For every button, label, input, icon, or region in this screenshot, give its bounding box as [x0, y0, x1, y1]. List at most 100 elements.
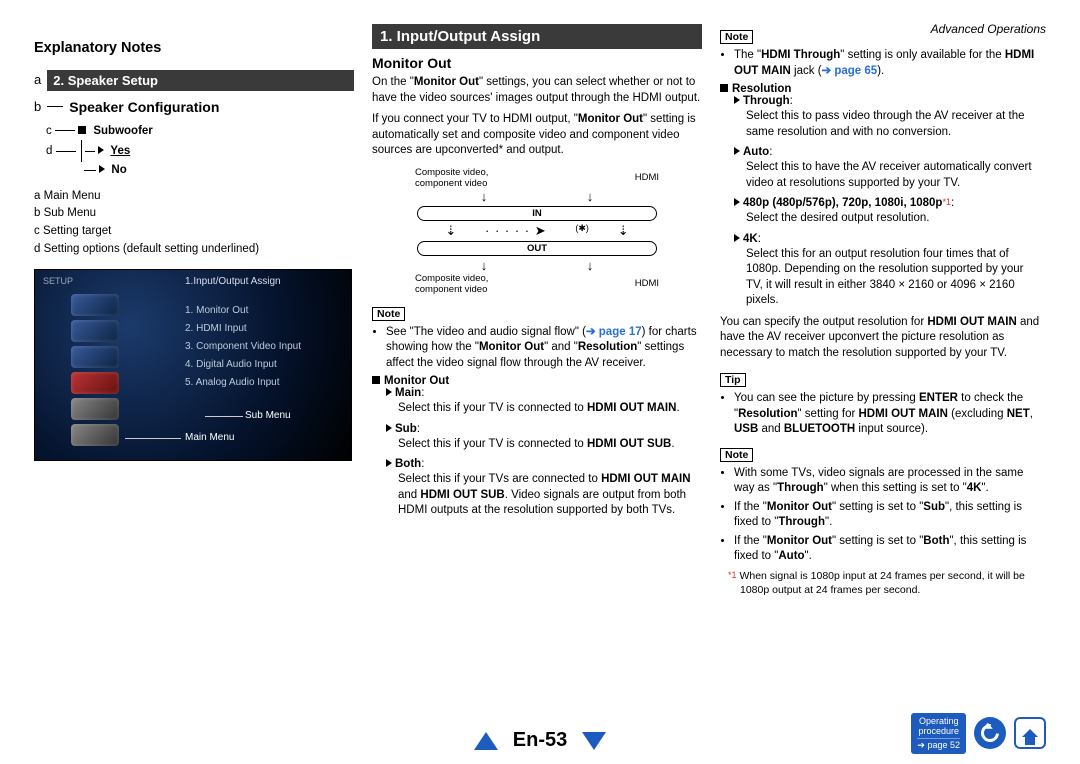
note-label: Note: [720, 448, 753, 462]
sig-bot-left: Composite video, component video: [415, 273, 488, 295]
triangle-bullet-icon: [734, 198, 740, 206]
shot-menu-item: 2. HDMI Input: [185, 320, 301, 338]
shot-icon: [71, 320, 119, 342]
marker-2: b: [34, 99, 41, 114]
legend-3: Setting target: [43, 225, 111, 237]
triangle-bullet-icon: [99, 165, 105, 173]
shot-pointer-sub: Sub Menu: [245, 410, 291, 421]
sig-out-box: OUT: [417, 241, 657, 256]
setup-screenshot: SETUP 1.Input/Output Assign 1. Monitor O…: [34, 269, 352, 461]
legend-4: Setting options (default setting underli…: [44, 243, 259, 255]
shot-menu-item: 4. Digital Audio Input: [185, 356, 301, 374]
tip-list: You can see the picture by pressing ENTE…: [720, 391, 1040, 438]
option-yes: Yes: [110, 145, 130, 157]
paragraph: On the "Monitor Out" settings, you can s…: [372, 75, 702, 106]
shot-icon: [71, 294, 119, 316]
option-auto: Auto:: [720, 146, 1040, 158]
page-link[interactable]: ➔ page 17: [586, 326, 642, 338]
triangle-bullet-icon: [386, 424, 392, 432]
back-arrow-icon: [977, 721, 1002, 746]
option-reslist: 480p (480p/576p), 720p, 1080i, 1080p*1:: [720, 197, 1040, 209]
dotted-arrow-icon: · · · · · ➤: [485, 223, 547, 239]
operating-procedure-badge[interactable]: Operating procedure ➔ page 52: [911, 713, 966, 754]
shot-icon: [71, 424, 119, 446]
option-main: Main:: [372, 387, 702, 399]
page-link[interactable]: ➔ page 65: [822, 65, 878, 77]
triangle-bullet-icon: [734, 96, 740, 104]
next-page-button[interactable]: [582, 732, 606, 750]
subwoofer-label: Subwoofer: [93, 125, 152, 137]
triangle-bullet-icon: [386, 388, 392, 396]
legend-marker: c: [34, 225, 40, 237]
option-auto-desc: Select this to have the AV receiver auto…: [720, 160, 1040, 191]
column-middle: 1. Input/Output Assign Monitor Out On th…: [372, 24, 702, 603]
pointer-line: [205, 416, 243, 417]
explanatory-notes-heading: Explanatory Notes: [34, 40, 354, 56]
square-bullet-icon: [78, 126, 86, 134]
home-button[interactable]: [1014, 717, 1046, 749]
tip-item: You can see the picture by pressing ENTE…: [734, 391, 1040, 438]
tip-label: Tip: [720, 373, 746, 387]
resolution-heading: Resolution: [720, 83, 1040, 95]
note-list: The "HDMI Through" setting is only avail…: [720, 48, 1040, 79]
arrow-down-icon: ⇣: [618, 223, 629, 239]
note-list: See "The video and audio signal flow" (➔…: [372, 325, 702, 372]
square-bullet-icon: [372, 376, 380, 384]
triangle-bullet-icon: [386, 459, 392, 467]
option-through: Through:: [720, 95, 1040, 107]
note-item: With some TVs, video signals are process…: [734, 466, 1040, 497]
option-both: Both:: [372, 458, 702, 470]
columns: Explanatory Notes a 2. Speaker Setup b S…: [34, 24, 1046, 603]
speaker-setup-bar: 2. Speaker Setup: [47, 70, 354, 91]
page: Advanced Operations Explanatory Notes a …: [0, 0, 1080, 764]
shot-pointer-main: Main Menu: [185, 432, 234, 443]
legend-2: Sub Menu: [44, 207, 96, 219]
shot-setup-label: SETUP: [43, 276, 73, 286]
triangle-bullet-icon: [734, 147, 740, 155]
square-bullet-icon: [720, 84, 728, 92]
note-item: If the "Monitor Out" setting is set to "…: [734, 534, 1040, 565]
option-reslist-desc: Select the desired output resolution.: [720, 211, 1040, 227]
shot-menu-list: 1. Monitor Out 2. HDMI Input 3. Componen…: [185, 302, 301, 392]
option-4k-desc: Select this for an output resolution fou…: [720, 247, 1040, 309]
column-left: Explanatory Notes a 2. Speaker Setup b S…: [34, 24, 354, 603]
option-sub-desc: Select this if your TV is connected to H…: [372, 437, 702, 453]
note-item: The "HDMI Through" setting is only avail…: [734, 48, 1040, 79]
home-icon: [1022, 729, 1038, 737]
section-title-bar: 1. Input/Output Assign: [372, 24, 702, 49]
footer-right-controls: Operating procedure ➔ page 52: [911, 713, 1046, 754]
legend-marker: a: [34, 190, 40, 202]
sig-bot-right: HDMI: [635, 278, 659, 289]
column-right: Note The "HDMI Through" setting is only …: [720, 24, 1040, 603]
legend-marker: b: [34, 207, 40, 219]
marker-legend: a Main Menu b Sub Menu c Setting target …: [34, 188, 354, 259]
pointer-line: [125, 438, 181, 439]
option-sub: Sub:: [372, 423, 702, 435]
shot-menu-item: 3. Component Video Input: [185, 338, 301, 356]
prev-page-button[interactable]: [474, 732, 498, 750]
note-label: Note: [720, 30, 753, 44]
triangle-bullet-icon: [734, 234, 740, 242]
section-subheading: Monitor Out: [372, 55, 702, 71]
sig-top-right: HDMI: [635, 172, 659, 183]
arrow-down-icon: ⇣: [445, 223, 456, 239]
option-main-desc: Select this if your TV is connected to H…: [372, 401, 702, 417]
shot-icon-strip: [71, 294, 141, 450]
marker-4: d: [46, 145, 52, 157]
marker-3: c: [46, 125, 52, 137]
paragraph: If you connect your TV to HDMI output, "…: [372, 112, 702, 159]
shot-icon: [71, 372, 119, 394]
shot-icon: [71, 346, 119, 368]
shot-menu-item: 1. Monitor Out: [185, 302, 301, 320]
legend-1: Main Menu: [44, 190, 101, 202]
option-4k: 4K:: [720, 233, 1040, 245]
note-list: With some TVs, video signals are process…: [720, 466, 1040, 565]
triangle-bullet-icon: [98, 146, 104, 154]
sig-top-left: Composite video, component video: [415, 167, 488, 189]
note-item: If the "Monitor Out" setting is set to "…: [734, 500, 1040, 531]
back-button[interactable]: [974, 717, 1006, 749]
sig-in-box: IN: [417, 206, 657, 221]
option-both-desc: Select this if your TVs are connected to…: [372, 472, 702, 519]
speaker-configuration-heading: Speaker Configuration: [69, 99, 219, 115]
option-no: No: [111, 164, 126, 176]
